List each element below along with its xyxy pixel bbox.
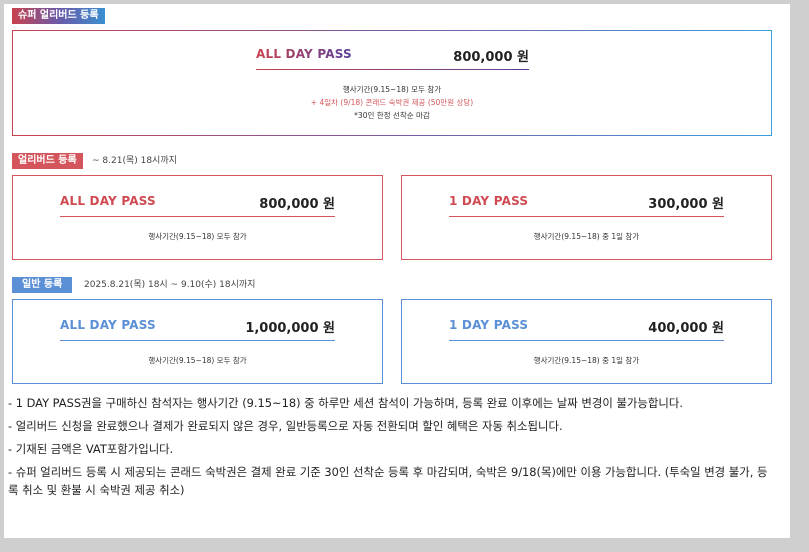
- pass-description: 행사기간(9.15~18) 중 1일 참가: [533, 356, 640, 365]
- pass-price: 800,000 원: [259, 197, 335, 212]
- early-one-day-card[interactable]: 1 DAY PASS 300,000 원 행사기간(9.15~18) 중 1일 …: [401, 175, 772, 260]
- pass-price: 1,000,000 원: [245, 321, 335, 336]
- pass-name: 1 DAY PASS: [449, 318, 529, 332]
- super-early-tag: 슈퍼 얼리버드 등록: [12, 8, 105, 24]
- pass-description: 행사기간(9.15~18) 모두 참가: [342, 85, 442, 94]
- pass-name: 1 DAY PASS: [449, 194, 529, 208]
- pass-name: ALL DAY PASS: [256, 47, 352, 61]
- pass-bonus: + 4일차 (9/18) 콘래드 숙박권 제공 (50만원 상당): [310, 98, 474, 107]
- early-bird-tag: 얼리버드 등록: [12, 153, 83, 169]
- early-all-day-card[interactable]: ALL DAY PASS 800,000 원 행사기간(9.15~18) 모두 …: [12, 175, 383, 260]
- general-all-day-card[interactable]: ALL DAY PASS 1,000,000 원 행사기간(9.15~18) 모…: [12, 299, 383, 384]
- pass-price: 400,000 원: [648, 321, 724, 336]
- pass-price: 300,000 원: [648, 197, 724, 212]
- general-one-day-card[interactable]: 1 DAY PASS 400,000 원 행사기간(9.15~18) 중 1일 …: [401, 299, 772, 384]
- pass-limit-note: *30인 한정 선착순 마감: [354, 111, 430, 120]
- registration-notes: - 1 DAY PASS권을 구매하신 참석자는 행사기간 (9.15~18) …: [8, 394, 770, 504]
- pass-name: ALL DAY PASS: [60, 318, 156, 332]
- pass-description: 행사기간(9.15~18) 모두 참가: [148, 232, 247, 241]
- note-item: - 1 DAY PASS권을 구매하신 참석자는 행사기간 (9.15~18) …: [8, 396, 683, 410]
- general-tag: 일반 등록: [12, 277, 73, 293]
- pass-divider: [449, 340, 724, 341]
- early-bird-deadline: ~ 8.21(목) 18시까지: [92, 156, 177, 166]
- note-item: - 얼리버드 신청을 완료했으나 결제가 완료되지 않은 경우, 일반등록으로 …: [8, 419, 563, 433]
- pass-divider: [449, 216, 724, 217]
- note-item: - 슈퍼 얼리버드 등록 시 제공되는 콘래드 숙박권은 결제 완료 기준 30…: [8, 465, 768, 497]
- pass-description: 행사기간(9.15~18) 중 1일 참가: [533, 232, 640, 241]
- pricing-page: 슈퍼 얼리버드 등록 ALL DAY PASS 800,000 원 행사기간(9…: [0, 0, 809, 552]
- super-early-all-day-card[interactable]: ALL DAY PASS 800,000 원 행사기간(9.15~18) 모두 …: [12, 30, 772, 136]
- pass-divider: [60, 340, 335, 341]
- pass-name: ALL DAY PASS: [60, 194, 156, 208]
- general-period: 2025.8.21(목) 18시 ~ 9.10(수) 18시까지: [84, 280, 256, 290]
- pass-divider: [60, 216, 335, 217]
- note-item: - 기재된 금액은 VAT포함가입니다.: [8, 442, 174, 456]
- pass-description: 행사기간(9.15~18) 모두 참가: [148, 356, 247, 365]
- pass-price: 800,000 원: [453, 50, 529, 65]
- pass-divider: [256, 69, 529, 70]
